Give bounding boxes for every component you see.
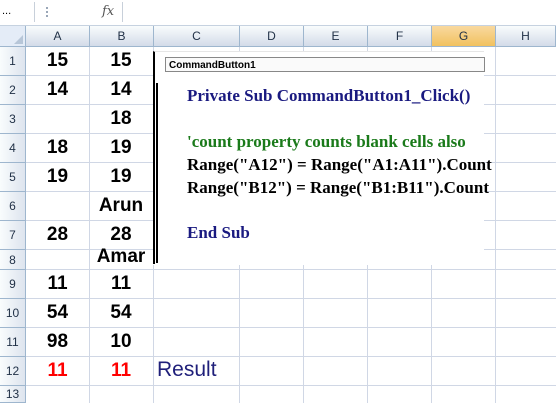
cell-b6[interactable]: Arun — [89, 195, 153, 217]
column-header-d[interactable]: D — [240, 26, 304, 47]
code-line-sub: Private Sub CommandButton1_Click() — [187, 86, 470, 106]
command-button[interactable]: CommandButton1 — [165, 57, 485, 72]
column-header-a[interactable]: A — [26, 26, 90, 47]
row-header[interactable]: 1 — [0, 47, 26, 76]
column-header-g[interactable]: G — [432, 26, 496, 47]
code-comment: 'count property counts blank cells also — [187, 132, 466, 151]
row-header[interactable]: 11 — [0, 328, 26, 357]
row-header[interactable]: 10 — [0, 299, 26, 328]
row-header[interactable]: 2 — [0, 76, 26, 105]
cell-a7[interactable]: 28 — [26, 224, 89, 246]
row-header[interactable]: 8 — [0, 250, 26, 270]
formula-input[interactable] — [122, 2, 556, 22]
select-all-corner[interactable] — [0, 26, 26, 47]
cell-b2[interactable]: 14 — [89, 79, 153, 101]
cell-a5[interactable]: 19 — [26, 166, 89, 188]
row-header[interactable]: 13 — [0, 386, 26, 403]
cell-b8[interactable]: Amar — [89, 246, 153, 268]
cell-b3[interactable]: 18 — [89, 108, 153, 130]
column-header-c[interactable]: C — [154, 26, 240, 47]
code-line-range-a: Range("A12") = Range("A1:A11").Count — [187, 155, 492, 174]
cell-b12[interactable]: 11 — [89, 360, 153, 382]
cell-a1[interactable]: 15 — [26, 50, 89, 72]
code-end-sub: End Sub — [187, 223, 250, 242]
cell-b10[interactable]: 54 — [89, 302, 153, 324]
cell-b11[interactable]: 10 — [89, 331, 153, 353]
cell-b9[interactable]: 11 — [89, 273, 153, 295]
cell-a12[interactable]: 11 — [26, 360, 89, 382]
cell-b4[interactable]: 19 — [89, 137, 153, 159]
code-window: CommandButton1 Private Sub CommandButton… — [153, 51, 492, 265]
keyword-private-sub: Private Sub — [187, 86, 273, 105]
grid-line — [495, 47, 496, 403]
row-header[interactable]: 4 — [0, 134, 26, 163]
cell-a10[interactable]: 54 — [26, 302, 89, 324]
row-header[interactable]: 12 — [0, 357, 26, 386]
name-box[interactable]: ... — [0, 3, 32, 20]
column-header-e[interactable]: E — [304, 26, 368, 47]
cell-a11[interactable]: 98 — [26, 331, 89, 353]
grid-line — [26, 356, 556, 357]
result-label[interactable]: Result — [157, 358, 217, 382]
grid-line — [26, 385, 556, 386]
name-box-divider — [34, 2, 35, 22]
cell-b7[interactable]: 28 — [89, 224, 153, 246]
row-header[interactable]: 9 — [0, 270, 26, 299]
sub-name: CommandButton1_Click() — [272, 86, 471, 105]
cell-a4[interactable]: 18 — [26, 137, 89, 159]
grid-line — [26, 269, 556, 270]
column-header-h[interactable]: H — [496, 26, 556, 47]
formula-bar: ... fx — [0, 0, 556, 26]
column-headers: A B C D E F G H — [0, 26, 556, 47]
column-header-f[interactable]: F — [368, 26, 432, 47]
grid-line — [26, 327, 556, 328]
row-header[interactable]: 7 — [0, 221, 26, 250]
column-header-b[interactable]: B — [90, 26, 154, 47]
grip-handle-icon[interactable] — [44, 5, 50, 19]
cell-a9[interactable]: 11 — [26, 273, 89, 295]
cell-b1[interactable]: 15 — [89, 50, 153, 72]
row-header[interactable]: 6 — [0, 192, 26, 221]
code-line-range-b: Range("B12") = Range("B1:B11").Count — [187, 178, 489, 197]
row-header[interactable]: 3 — [0, 105, 26, 134]
grid-line — [26, 298, 556, 299]
cell-b5[interactable]: 19 — [89, 166, 153, 188]
code-margin-bar — [156, 83, 158, 263]
row-header[interactable]: 5 — [0, 163, 26, 192]
cell-a2[interactable]: 14 — [26, 79, 89, 101]
insert-function-icon[interactable]: fx — [102, 4, 114, 19]
select-all-icon — [14, 35, 23, 44]
